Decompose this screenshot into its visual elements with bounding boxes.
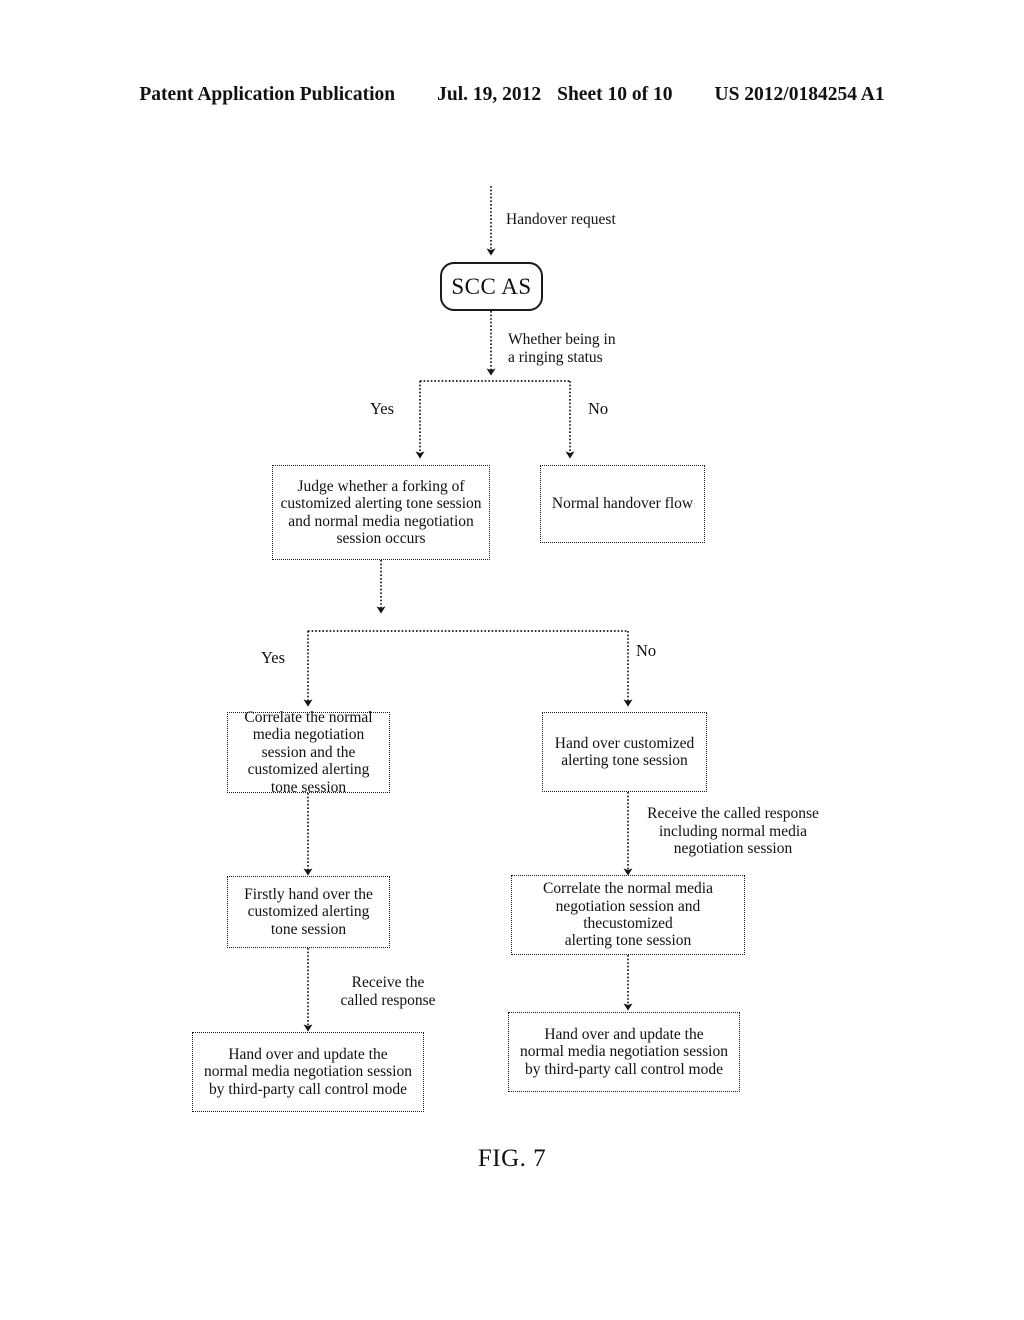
node-normal-handover-flow: Normal handover flow xyxy=(540,465,705,543)
edge-label-ringing-status: Whether being in a ringing status xyxy=(508,331,616,366)
node-correlate-left: Correlate the normal media negotiation s… xyxy=(227,709,390,796)
branch-label-yes-2: Yes xyxy=(261,648,286,667)
node-judge-forking: Judge whether a forking of customized al… xyxy=(272,465,490,560)
figure-caption: FIG. 7 xyxy=(477,1145,547,1172)
node-firstly-hand-over: Firstly hand over the customized alertin… xyxy=(227,876,390,948)
node-update-right: Hand over and update the normal media ne… xyxy=(508,1012,740,1092)
flowchart-figure: Handover request Whether being in a ring… xyxy=(0,0,1024,1320)
node-hand-over-customized-alerting-tone: Hand over customized alerting tone sessi… xyxy=(542,712,707,792)
flowchart-connectors xyxy=(303,186,633,1032)
edge-label-called-response-full: Receive the called response including no… xyxy=(647,805,819,858)
node-scc-as: SCC AS xyxy=(440,262,543,311)
branch-label-no-2: No xyxy=(636,641,657,660)
branch-label-no-1: No xyxy=(588,399,609,418)
edge-label-handover-request: Handover request xyxy=(506,211,616,228)
node-update-left: Hand over and update the normal media ne… xyxy=(192,1032,424,1112)
branch-label-yes-1: Yes xyxy=(370,399,395,418)
node-correlate-right: Correlate the normal media negotiation s… xyxy=(511,875,745,955)
edge-label-called-response-short: Receive the called response xyxy=(340,974,436,1009)
